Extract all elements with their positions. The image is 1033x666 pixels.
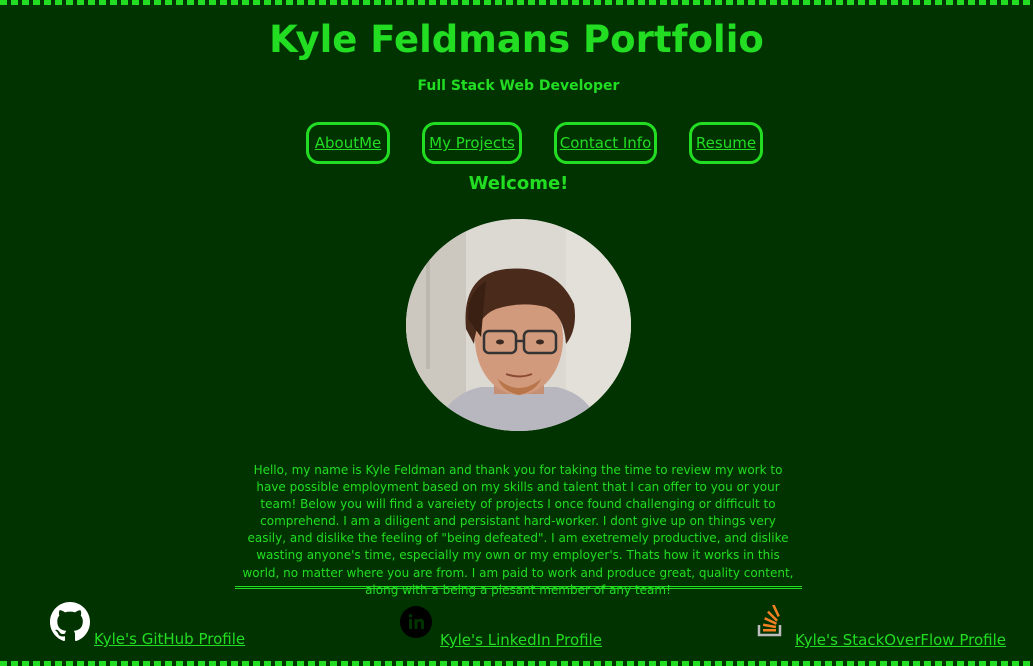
divider: [235, 586, 802, 589]
linkedin-icon[interactable]: [399, 605, 433, 643]
top-dashed-border: [0, 0, 1033, 5]
avatar: [406, 219, 631, 431]
linkedin-profile-link[interactable]: Kyle's LinkedIn Profile: [440, 630, 602, 650]
bottom-dashed-border: [0, 661, 1033, 666]
nav-about-me-button[interactable]: AboutMe: [306, 122, 390, 164]
nav-contact-info-button[interactable]: Contact Info: [554, 122, 657, 164]
nav-my-projects-button[interactable]: My Projects: [422, 122, 522, 164]
stackoverflow-profile-link[interactable]: Kyle's StackOverFlow Profile: [795, 630, 1006, 650]
bio-paragraph: Hello, my name is Kyle Feldman and thank…: [242, 463, 794, 597]
stackoverflow-icon[interactable]: [757, 604, 785, 641]
welcome-heading: Welcome!: [468, 173, 569, 194]
github-icon[interactable]: [50, 602, 90, 646]
main-nav: AboutMe My Projects Contact Info Resume: [0, 122, 1033, 164]
page-title: Kyle Feldmans Portfolio: [269, 18, 764, 61]
nav-resume-button[interactable]: Resume: [689, 122, 763, 164]
page-subtitle: Full Stack Web Developer: [417, 78, 620, 94]
github-profile-link[interactable]: Kyle's GitHub Profile: [94, 629, 245, 649]
portrait-image: [406, 219, 631, 431]
